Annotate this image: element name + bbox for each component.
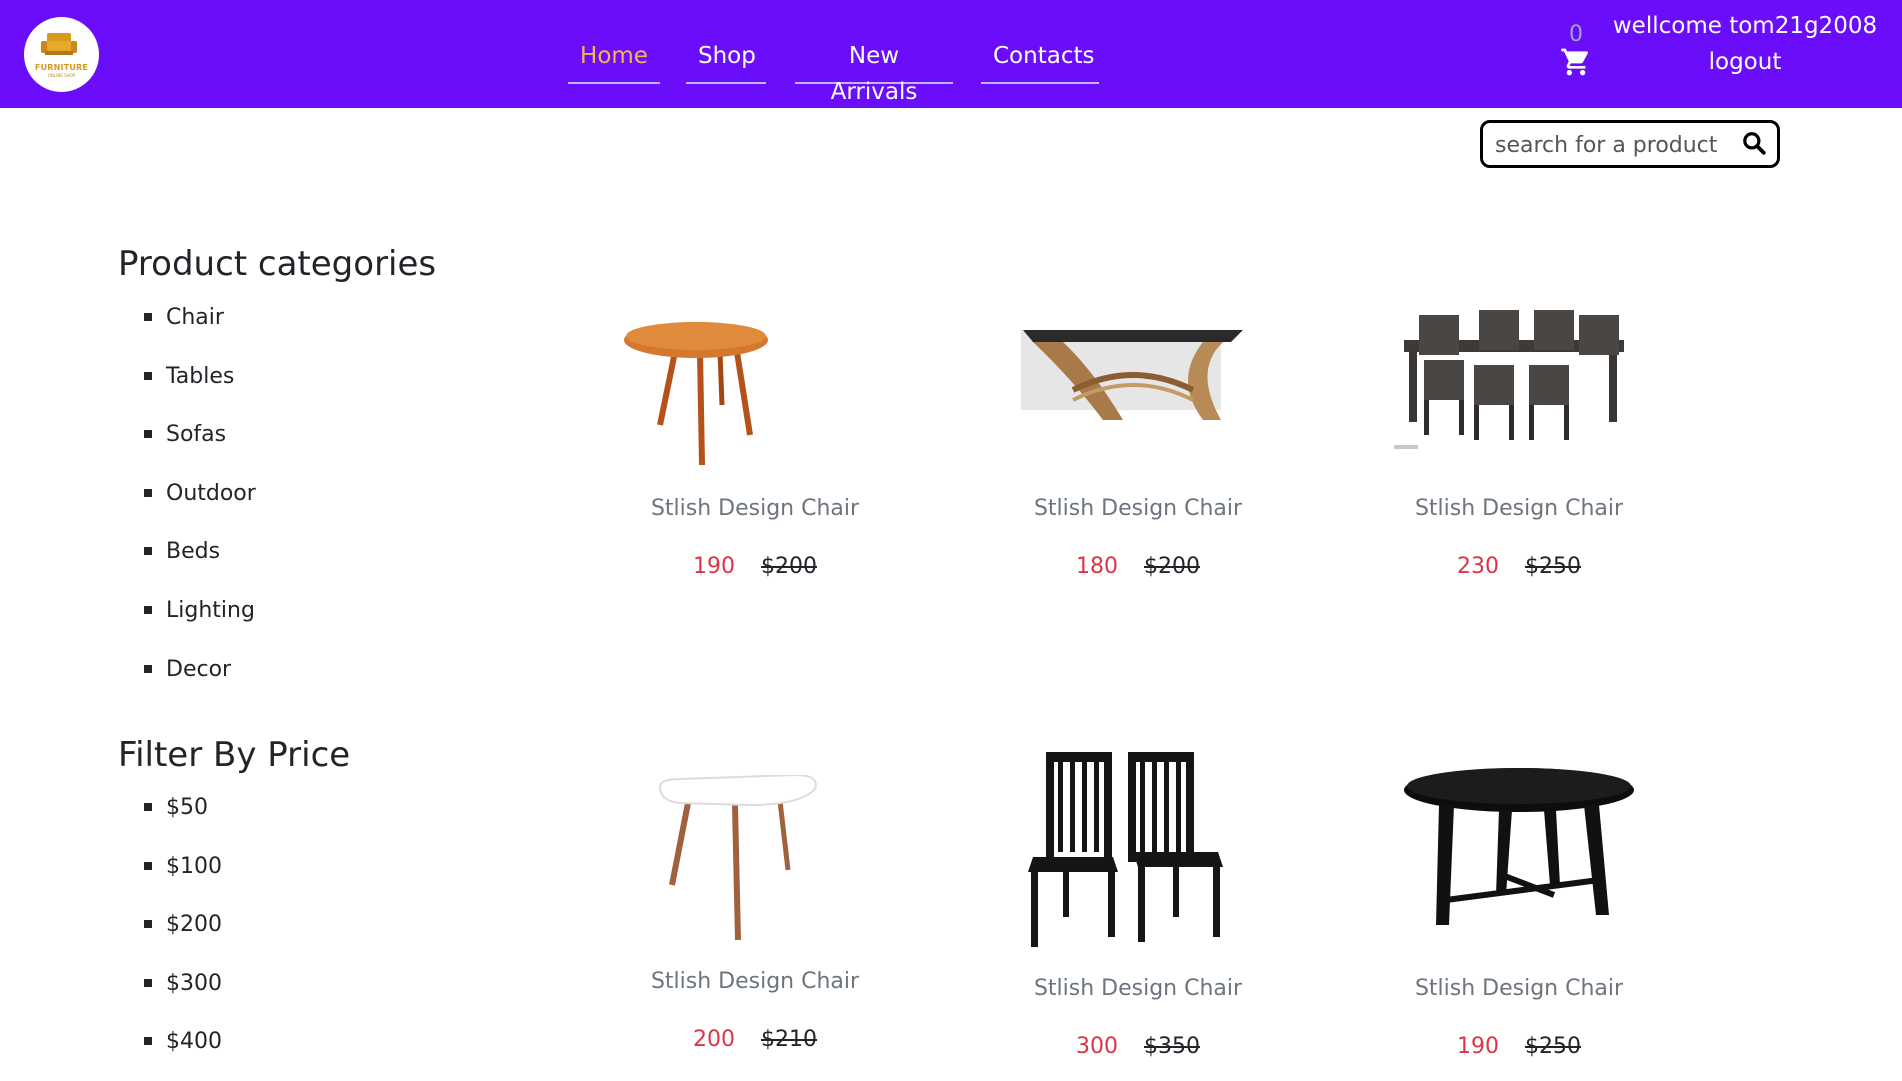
category-beds[interactable]: Beds [140,532,256,591]
nav-contacts[interactable]: Contacts [981,38,1099,84]
product-prices: 190 $200 [620,554,890,579]
nav-home[interactable]: Home [568,38,660,84]
nav-shop[interactable]: Shop [686,38,766,84]
product-prices: 180 $200 [1003,554,1273,579]
category-tables[interactable]: Tables [140,357,256,416]
product-card[interactable]: Stlish Design Chair 230 $250 [1384,310,1654,590]
user-area: wellcome tom21g2008 logout [1610,8,1880,80]
product-image-black-round-table[interactable] [1384,765,1654,945]
product-prices: 230 $250 [1384,554,1654,579]
nav-new-arrivals[interactable]: New Arrivals [795,38,953,105]
logout-link[interactable]: logout [1610,44,1880,80]
product-price: 190 [693,554,735,579]
product-card[interactable]: Stlish Design Chair 200 $210 [620,775,890,1065]
product-prices: 200 $210 [620,1027,890,1052]
product-old-price: $250 [1525,1034,1581,1059]
product-old-price: $250 [1525,554,1581,579]
product-name[interactable]: Stlish Design Chair [620,969,890,994]
price-filter-list: $50 $100 $200 $300 $400 [140,788,222,1081]
price-filter-400[interactable]: $400 [140,1022,222,1081]
product-price: 180 [1076,554,1118,579]
product-image-round-wood-table[interactable] [620,310,890,470]
product-card[interactable]: Stlish Design Chair 190 $250 [1384,765,1654,1065]
product-image-white-side-table[interactable] [620,775,890,945]
category-decor[interactable]: Decor [140,650,256,709]
product-old-price: $200 [761,554,817,579]
categories-list: Chair Tables Sofas Outdoor Beds Lighting… [140,298,256,708]
price-filter-200[interactable]: $200 [140,905,222,964]
product-card[interactable]: Stlish Design Chair 190 $200 [620,310,890,590]
cart-icon [1561,48,1589,76]
product-old-price: $210 [761,1027,817,1052]
product-name[interactable]: Stlish Design Chair [1384,496,1654,521]
category-outdoor[interactable]: Outdoor [140,474,256,533]
price-filter-title: Filter By Price [118,735,351,775]
product-price: 190 [1457,1034,1499,1059]
product-name[interactable]: Stlish Design Chair [620,496,890,521]
product-image-dining-table-set[interactable] [1384,310,1654,470]
product-price: 300 [1076,1034,1118,1059]
product-price: 230 [1457,554,1499,579]
search-icon[interactable] [1741,130,1767,156]
product-image-black-chairs[interactable] [1003,752,1273,952]
search-input[interactable] [1493,127,1737,163]
product-image-glass-coffee-table[interactable] [1003,310,1273,470]
product-prices: 190 $250 [1384,1034,1654,1059]
product-card[interactable]: Stlish Design Chair 300 $350 [1003,752,1273,1062]
welcome-text: wellcome tom21g2008 [1612,13,1878,39]
cart-button[interactable]: 0 [1556,22,1596,82]
product-name[interactable]: Stlish Design Chair [1003,976,1273,1001]
search-box [1480,120,1780,168]
product-card[interactable]: Stlish Design Chair 180 $200 [1003,310,1273,590]
category-sofas[interactable]: Sofas [140,415,256,474]
category-lighting[interactable]: Lighting [140,591,256,650]
product-old-price: $200 [1144,554,1200,579]
product-price: 200 [693,1027,735,1052]
product-name[interactable]: Stlish Design Chair [1003,496,1273,521]
product-name[interactable]: Stlish Design Chair [1384,976,1654,1001]
price-filter-100[interactable]: $100 [140,847,222,906]
price-filter-50[interactable]: $50 [140,788,222,847]
top-navbar: FURNITURE ONLINE SHOP Home Shop New Arri… [0,0,1902,108]
categories-title: Product categories [118,244,437,284]
category-chair[interactable]: Chair [140,298,256,357]
product-old-price: $350 [1144,1034,1200,1059]
cart-count: 0 [1569,22,1583,47]
price-filter-300[interactable]: $300 [140,964,222,1023]
product-prices: 300 $350 [1003,1034,1273,1059]
